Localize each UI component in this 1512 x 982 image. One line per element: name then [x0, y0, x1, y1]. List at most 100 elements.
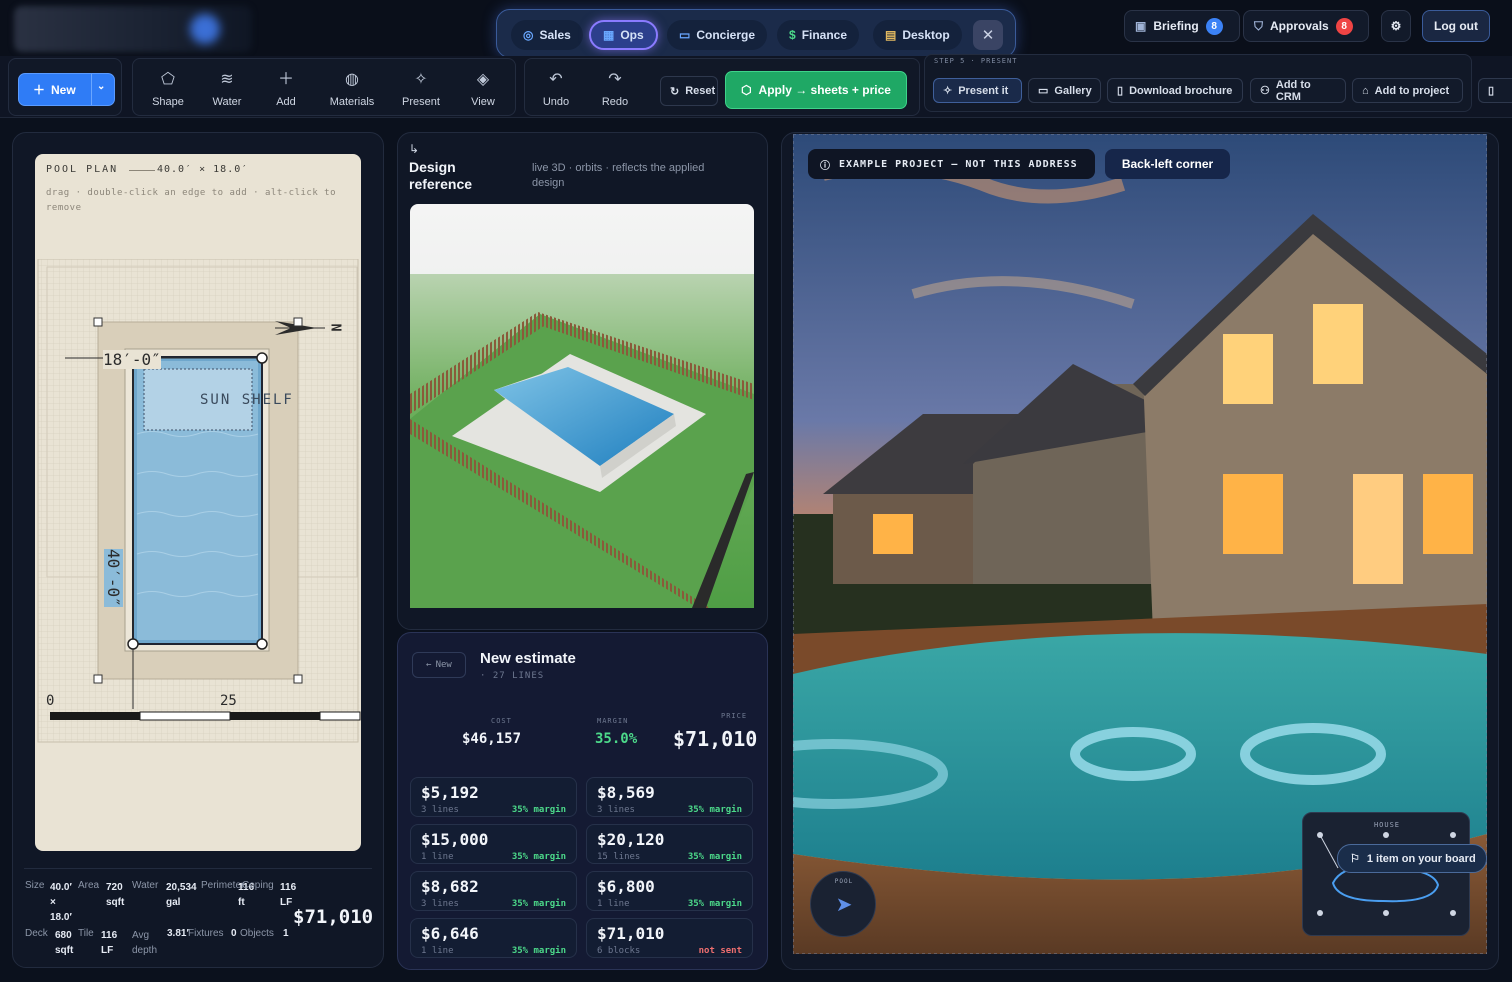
stat-depth-value: 3.81′	[167, 928, 189, 939]
undo-icon: ↶	[549, 71, 563, 88]
3d-viewport[interactable]	[410, 204, 754, 608]
present-it-button[interactable]: ✧ Present it	[933, 78, 1022, 103]
board-chip[interactable]: ⚐ 1 item on your board	[1337, 844, 1487, 873]
arrow-left-icon: ←	[426, 660, 432, 670]
clipboard-icon: ▣	[1135, 19, 1147, 33]
vertex-handle[interactable]	[256, 638, 268, 650]
view-angle-label[interactable]: Back-left corner	[1105, 149, 1230, 179]
navigation-icon: ➤	[835, 894, 853, 916]
back-new-button[interactable]: ← New	[412, 652, 466, 678]
briefcase-icon: ⌂	[1362, 84, 1369, 97]
briefing-button[interactable]: ▣ Briefing 8	[1124, 10, 1240, 42]
design-ref-title: Design reference	[409, 159, 473, 192]
approvals-badge: 8	[1335, 17, 1353, 35]
vertex-handle[interactable]	[256, 352, 268, 364]
mode-ops[interactable]: ▦ Ops	[589, 20, 658, 50]
estimate-total-card[interactable]: $71,010 6 blocks not sent	[586, 918, 753, 958]
stat-size-value: 40.0′ × 18.0′	[50, 882, 72, 923]
apply-button[interactable]: ⬡ Apply → sheets + price	[725, 71, 907, 109]
stat-objects-value: 1	[283, 928, 289, 939]
stat-area-label: Area	[78, 880, 100, 891]
stat-tile-label: Tile	[78, 928, 94, 939]
minimap-drawing	[1317, 832, 1456, 916]
gallery-button[interactable]: ▭ Gallery	[1028, 78, 1101, 103]
estimate-block-card[interactable]: $6,646 1 line 35% margin	[410, 918, 577, 958]
plus-icon: ＋	[277, 71, 294, 88]
layers-icon: ◈	[476, 71, 490, 88]
new-button[interactable]: ＋ New ⌄	[18, 73, 115, 106]
briefing-badge: 8	[1205, 17, 1223, 35]
plan-canvas[interactable]: POOL PLAN 40.0′ × 18.0′ drag · double-cl…	[35, 154, 361, 851]
chat-icon: ▭	[679, 28, 691, 42]
waves-icon: ≋	[220, 71, 234, 88]
deck-handle[interactable]	[293, 317, 303, 327]
mode-sales[interactable]: ◎ Sales	[511, 20, 583, 50]
plan-title: POOL PLAN	[46, 164, 119, 175]
cube-icon: ⬡	[741, 83, 752, 97]
pool-plan-drawing[interactable]	[35, 259, 361, 744]
stat-depth-label: Avg depth	[132, 930, 158, 956]
estimate-lines: · 27 LINES	[480, 671, 545, 681]
tool-present[interactable]: ✧ Present	[396, 70, 446, 108]
estimate-block-card[interactable]: $15,000 1 line 35% margin	[410, 824, 577, 864]
download-brochure-button[interactable]: ▯ Download brochure	[1107, 78, 1243, 103]
margin-label: MARGIN	[597, 717, 629, 725]
plan-hint: drag · double-click an edge to add · alt…	[46, 188, 337, 213]
tool-add[interactable]: ＋ Add	[261, 70, 311, 108]
add-to-crm-button[interactable]: ⚇ Add to CRM	[1250, 78, 1346, 103]
dollar-icon: $	[789, 28, 796, 42]
mode-concierge[interactable]: ▭ Concierge	[667, 20, 768, 50]
chevron-down-icon[interactable]: ⌄	[97, 81, 105, 92]
tool-view[interactable]: ◈ View	[458, 70, 508, 108]
close-icon[interactable]: ✕	[973, 20, 1003, 50]
redo-button[interactable]: ↷ Redo	[590, 70, 640, 108]
minimap[interactable]: HOUSE	[1302, 812, 1470, 936]
estimate-block-card[interactable]: $20,120 15 lines 35% margin	[586, 824, 753, 864]
deck-handle[interactable]	[93, 317, 103, 327]
approvals-button[interactable]: ⛉ Approvals 8	[1243, 10, 1369, 42]
tool-materials[interactable]: ◍ Materials	[327, 70, 377, 108]
stat-objects-label: Objects	[240, 928, 274, 939]
undo-button[interactable]: ↶ Undo	[531, 70, 581, 108]
more-button[interactable]: ▯	[1478, 78, 1512, 103]
estimate-block-card[interactable]: $8,682 3 lines 35% margin	[410, 871, 577, 911]
reset-button[interactable]: ↻ Reset	[660, 76, 718, 106]
shelf-label: SUN SHELF	[200, 392, 294, 408]
tool-shape[interactable]: ⬠ Shape	[143, 70, 193, 108]
top-bar: ◎ Sales ▦ Ops ▭ Concierge $ Finance ▤ Desktop…	[0, 0, 1512, 58]
mode-switcher: ◎ Sales ▦ Ops ▭ Concierge $ Finance ▤ Desktop…	[496, 9, 1016, 58]
bookmark-icon: ⚐	[1350, 853, 1360, 865]
file-icon: ▯	[1488, 85, 1495, 97]
wand-icon: ✧	[943, 85, 953, 97]
scale-mid: 25	[220, 693, 237, 709]
vertex-handle[interactable]	[127, 638, 139, 650]
stat-water-label: Water	[132, 880, 159, 891]
pool-compass[interactable]: POOL ➤	[810, 871, 876, 937]
logout-button[interactable]: Log out	[1422, 10, 1490, 42]
tool-water[interactable]: ≋ Water	[202, 70, 252, 108]
deck-handle[interactable]	[93, 674, 103, 684]
example-project-badge: ⓘ EXAMPLE PROJECT — NOT THIS ADDRESS	[808, 149, 1095, 179]
stack-icon: ▤	[885, 28, 897, 42]
deck-handle[interactable]	[293, 674, 303, 684]
add-to-project-button[interactable]: ⌂ Add to project	[1352, 78, 1463, 103]
estimate-block-card[interactable]: $6,800 1 line 35% margin	[586, 871, 753, 911]
gear-icon[interactable]: ⚙	[1381, 10, 1411, 42]
stat-water-value: 20,534 gal	[166, 882, 197, 908]
north-label: N	[327, 323, 343, 332]
brand-logo[interactable]	[14, 6, 252, 52]
corner-arrow-icon: ↳	[409, 142, 420, 156]
stat-deck-label: Deck	[25, 928, 48, 939]
info-icon: ⓘ	[820, 160, 831, 172]
mode-finance[interactable]: $ Finance	[777, 20, 860, 50]
grid-icon: ▦	[603, 28, 615, 42]
mode-desktop[interactable]: ▤ Desktop	[873, 20, 962, 50]
estimate-block-card[interactable]: $8,569 3 lines 35% margin	[586, 777, 753, 817]
price-value: $71,010	[673, 727, 758, 751]
design-ref-subtitle: live 3D · orbits · reflects the applied …	[532, 162, 705, 189]
shield-icon: ⛉	[1254, 18, 1264, 33]
estimate-title: New estimate	[480, 650, 576, 667]
estimate-block-card[interactable]: $5,192 3 lines 35% margin	[410, 777, 577, 817]
plan-total: $71,010	[293, 906, 374, 928]
plan-dims: 40.0′ × 18.0′	[157, 164, 249, 175]
